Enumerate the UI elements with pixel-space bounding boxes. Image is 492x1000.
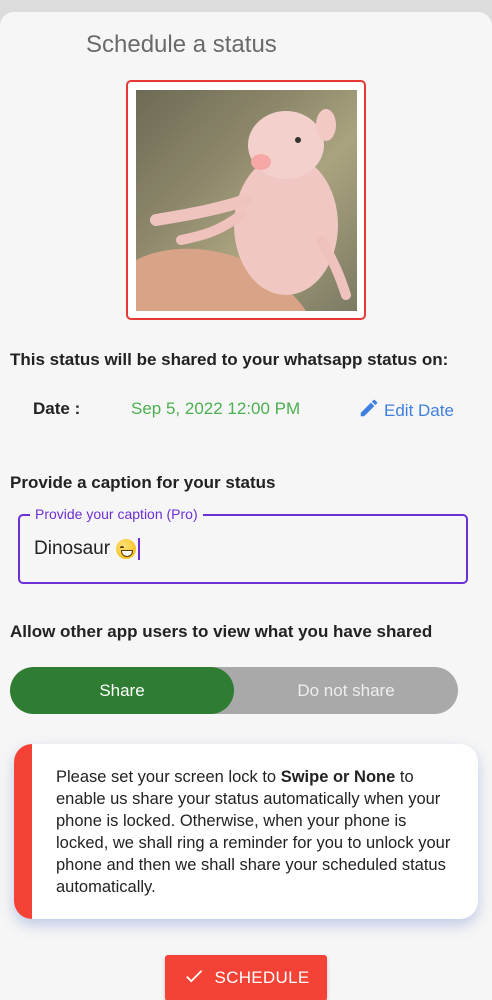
caption-input-value[interactable]: Dinosaur bbox=[34, 538, 141, 560]
page-title: Schedule a status bbox=[86, 31, 277, 58]
pencil-icon bbox=[358, 397, 380, 424]
edit-date-label: Edit Date bbox=[384, 400, 454, 420]
caption-text: Dinosaur bbox=[34, 538, 111, 559]
caption-input[interactable]: Provide your caption (Pro) Dinosaur bbox=[18, 506, 468, 584]
notice-accent-bar bbox=[14, 744, 32, 919]
status-image bbox=[136, 90, 357, 311]
share-visibility-toggle: Share Do not share bbox=[10, 667, 458, 714]
do-not-share-option[interactable]: Do not share bbox=[234, 667, 458, 714]
notice-text-part: Please set your screen lock to bbox=[56, 768, 281, 786]
screen-lock-notice: Please set your screen lock to Swipe or … bbox=[14, 744, 478, 919]
visibility-heading: Allow other app users to view what you h… bbox=[10, 622, 433, 641]
date-label: Date : bbox=[33, 399, 81, 418]
grinning-emoji-icon bbox=[116, 539, 137, 559]
edit-date-button[interactable]: Edit Date bbox=[358, 397, 454, 424]
check-icon bbox=[183, 965, 205, 992]
schedule-button[interactable]: SCHEDULE bbox=[165, 955, 327, 1000]
schedule-button-label: SCHEDULE bbox=[214, 968, 310, 987]
notice-text: Please set your screen lock to Swipe or … bbox=[56, 766, 456, 898]
scheduled-date-value: Sep 5, 2022 12:00 PM bbox=[131, 399, 301, 418]
notice-text-part: to enable us share your status automatic… bbox=[56, 768, 451, 896]
animal-ear bbox=[316, 109, 336, 141]
bottom-sheet: Schedule a status This status will be sh… bbox=[0, 12, 492, 1000]
caption-heading: Provide a caption for your status bbox=[10, 473, 276, 492]
share-option[interactable]: Share bbox=[10, 667, 234, 714]
animal-eye bbox=[295, 137, 301, 143]
status-image-frame[interactable] bbox=[126, 80, 366, 320]
notice-text-bold: Swipe or None bbox=[280, 768, 396, 786]
caption-floating-label: Provide your caption (Pro) bbox=[30, 506, 203, 522]
text-cursor bbox=[138, 538, 141, 560]
share-date-heading: This status will be shared to your whats… bbox=[10, 350, 449, 369]
status-image-illustration bbox=[136, 109, 351, 311]
animal-nose bbox=[251, 154, 271, 170]
